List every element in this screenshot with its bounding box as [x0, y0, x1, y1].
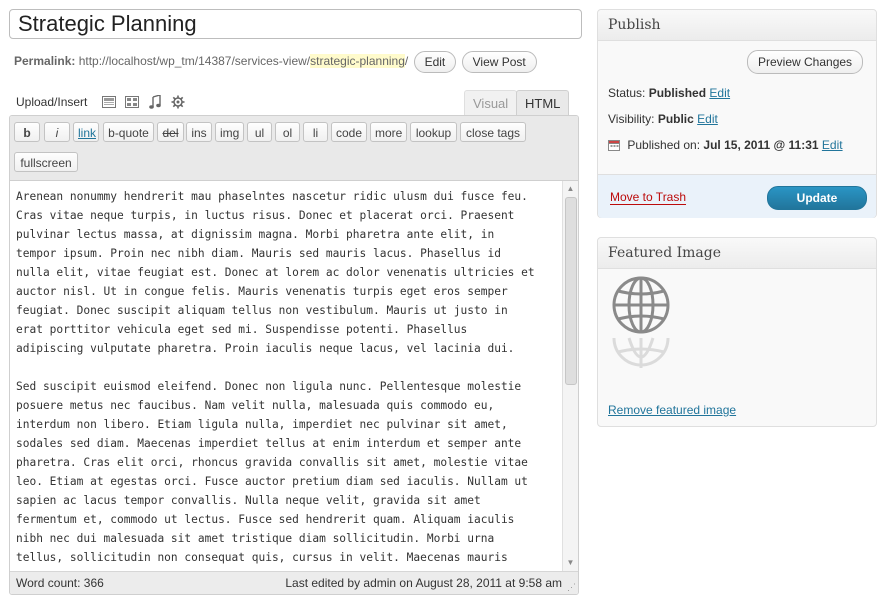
- visibility-row: Visibility: Public Edit: [608, 112, 718, 126]
- tab-visual[interactable]: Visual: [464, 90, 518, 117]
- image-icon[interactable]: [101, 94, 117, 110]
- content-paragraph-2: Sed suscipit euismod eleifend. Donec non…: [16, 380, 528, 564]
- media-buttons: Upload/Insert: [16, 92, 193, 112]
- permalink-trailing-slash: /: [404, 54, 409, 68]
- scroll-down-arrow-icon[interactable]: ▼: [563, 556, 578, 570]
- status-edit-link[interactable]: Edit: [709, 86, 730, 100]
- permalink-slug[interactable]: strategic-planning: [310, 54, 405, 68]
- featured-image-title: Featured Image: [598, 238, 876, 269]
- li-button[interactable]: li: [303, 122, 328, 142]
- content-paragraph-1: Arenean nonummy hendrerit mau phaselntes…: [16, 190, 535, 355]
- published-on-label: Published on:: [627, 138, 701, 152]
- featured-image-thumbnail[interactable]: [610, 276, 672, 386]
- video-icon[interactable]: [124, 94, 140, 110]
- calendar-icon: [608, 139, 620, 154]
- audio-icon[interactable]: [147, 94, 163, 110]
- permalink-row: Permalink: http://localhost/wp_tm/14387/…: [14, 50, 537, 73]
- fullscreen-button[interactable]: fullscreen: [14, 152, 78, 172]
- permalink-base-url: http://localhost/wp_tm/14387/services-vi…: [78, 54, 311, 68]
- del-button[interactable]: del: [157, 122, 184, 142]
- blockquote-button[interactable]: b-quote: [103, 122, 154, 142]
- word-count: Word count: 366: [16, 576, 104, 590]
- featured-image-box: Featured Image Remove featured image: [597, 237, 877, 427]
- bold-button[interactable]: b: [14, 122, 40, 142]
- visibility-label: Visibility:: [608, 112, 655, 126]
- post-editor: b i link b-quote del ins img ul ol li co…: [9, 115, 579, 595]
- status-value: Published: [648, 86, 707, 100]
- visibility-value: Public: [657, 112, 694, 126]
- resize-grip-icon[interactable]: ⋰: [567, 583, 576, 592]
- published-on-edit-link[interactable]: Edit: [822, 138, 843, 152]
- code-button[interactable]: code: [331, 122, 367, 142]
- remove-featured-image-link[interactable]: Remove featured image: [608, 403, 736, 417]
- lookup-button[interactable]: lookup: [410, 122, 457, 142]
- published-on-value: Jul 15, 2011 @ 11:31: [703, 138, 819, 152]
- preview-changes-button[interactable]: Preview Changes: [747, 50, 864, 74]
- scroll-up-arrow-icon[interactable]: ▲: [563, 182, 578, 196]
- publishing-actions: Move to Trash Update: [598, 174, 876, 218]
- status-row: Status: Published Edit: [608, 86, 730, 100]
- published-on-row: Published on: Jul 15, 2011 @ 11:31 Edit: [608, 138, 843, 154]
- publish-box-title: Publish: [598, 10, 876, 41]
- post-title-input[interactable]: Strategic Planning: [9, 9, 582, 39]
- last-edited: Last edited by admin on August 28, 2011 …: [285, 576, 562, 590]
- globe-icon: [612, 276, 670, 334]
- visibility-edit-link[interactable]: Edit: [697, 112, 718, 126]
- more-button[interactable]: more: [370, 122, 407, 142]
- globe-reflection-icon: [612, 337, 670, 368]
- media-gear-icon[interactable]: [170, 94, 186, 110]
- ol-button[interactable]: ol: [275, 122, 300, 142]
- permalink-edit-button[interactable]: Edit: [413, 50, 457, 73]
- close-tags-button[interactable]: close tags: [460, 122, 526, 142]
- link-button[interactable]: link: [73, 122, 99, 142]
- img-button[interactable]: img: [215, 122, 244, 142]
- tab-html[interactable]: HTML: [516, 90, 570, 118]
- move-to-trash-link[interactable]: Move to Trash: [610, 191, 687, 205]
- permalink-label: Permalink:: [14, 54, 76, 68]
- status-label: Status:: [608, 86, 646, 100]
- content-textarea[interactable]: Arenean nonummy hendrerit mau phaselntes…: [10, 181, 562, 571]
- publish-box: Publish Preview Changes Status: Publishe…: [597, 9, 877, 218]
- quicktags-toolbar: b i link b-quote del ins img ul ol li co…: [10, 116, 578, 181]
- ul-button[interactable]: ul: [247, 122, 272, 142]
- ins-button[interactable]: ins: [186, 122, 212, 142]
- upload-insert-label: Upload/Insert: [16, 95, 88, 109]
- editor-status-bar: Word count: 366 Last edited by admin on …: [10, 571, 578, 594]
- editor-scrollbar[interactable]: ▲ ▼: [562, 181, 578, 571]
- update-button[interactable]: Update: [767, 186, 867, 210]
- scroll-thumb[interactable]: [565, 197, 577, 385]
- italic-button[interactable]: i: [44, 122, 70, 142]
- view-post-button[interactable]: View Post: [461, 50, 537, 73]
